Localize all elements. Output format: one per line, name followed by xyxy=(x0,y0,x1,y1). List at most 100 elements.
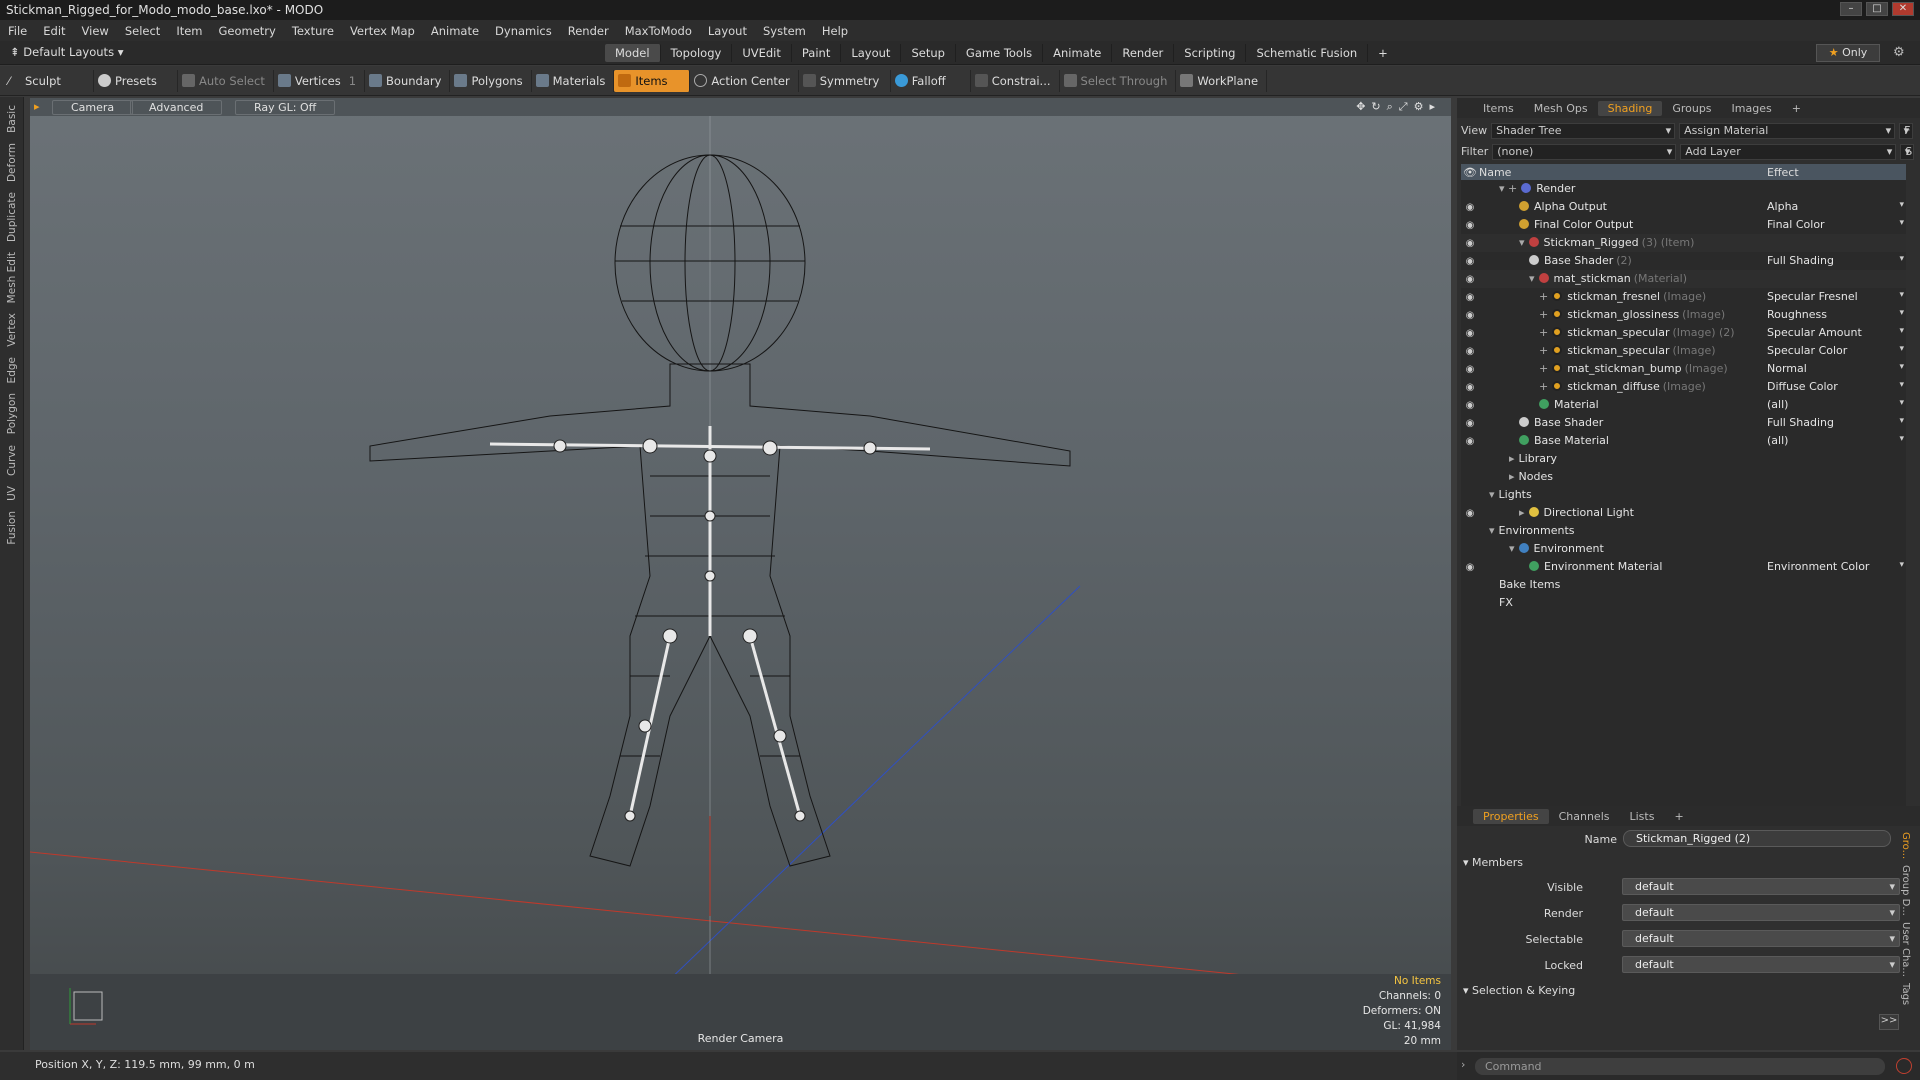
visibility-eye-icon[interactable]: ◉ xyxy=(1461,364,1479,375)
tree-item-effect[interactable]: Diffuse Color xyxy=(1767,380,1838,393)
tab-mesh-ops[interactable]: Mesh Ops xyxy=(1524,101,1598,116)
tree-item-effect[interactable]: Full Shading xyxy=(1767,254,1834,267)
tree-item-effect[interactable]: (all) xyxy=(1767,398,1788,411)
add-tab-button[interactable]: + xyxy=(1368,44,1398,62)
tree-row[interactable]: ◉ + mat_stickman_bump (Image) Normal ▾ xyxy=(1461,360,1906,378)
tab-groups[interactable]: Groups xyxy=(1662,101,1721,116)
effect-dropdown-icon[interactable]: ▾ xyxy=(1899,308,1904,318)
tree-item-effect[interactable]: Environment Color xyxy=(1767,560,1869,573)
tab-properties[interactable]: Properties xyxy=(1473,808,1549,824)
left-tab-uv[interactable]: UV xyxy=(6,484,18,503)
effect-dropdown-icon[interactable]: ▾ xyxy=(1899,398,1904,408)
tab-game-tools[interactable]: Game Tools xyxy=(956,44,1044,62)
expand-more-button[interactable]: >> xyxy=(1879,1014,1899,1030)
tree-item-effect[interactable]: Specular Fresnel xyxy=(1767,290,1858,303)
effect-dropdown-icon[interactable]: ▾ xyxy=(1899,218,1904,228)
left-tab-mesh-edit[interactable]: Mesh Edit xyxy=(6,250,18,305)
tree-row[interactable]: ◉ Base Shader Full Shading ▾ xyxy=(1461,414,1906,432)
tree-row[interactable]: Bake Items xyxy=(1461,576,1906,594)
layouts-dropdown[interactable]: ⇞ Default Layouts ▾ xyxy=(10,45,124,59)
visibility-eye-icon[interactable]: ◉ xyxy=(1461,220,1479,231)
side-tab-user-channels[interactable]: User Cha... xyxy=(1900,922,1911,977)
effect-column-header[interactable]: Effect xyxy=(1767,166,1799,179)
menu-help[interactable]: Help xyxy=(814,24,856,38)
render-dropdown[interactable]: default xyxy=(1622,904,1900,921)
menu-geometry[interactable]: Geometry xyxy=(211,24,284,38)
polygons-button[interactable]: Polygons xyxy=(450,69,532,92)
expand-toggle-icon[interactable]: ▾ xyxy=(1509,542,1515,555)
tree-item-effect[interactable]: Full Shading xyxy=(1767,416,1834,429)
tree-item-effect[interactable]: Specular Amount xyxy=(1767,326,1862,339)
menu-vertex-map[interactable]: Vertex Map xyxy=(342,24,423,38)
only-button[interactable]: ★ Only xyxy=(1816,44,1880,62)
effect-dropdown-icon[interactable]: ▾ xyxy=(1899,200,1904,210)
visibility-eye-icon[interactable]: ◉ xyxy=(1461,292,1479,303)
visibility-eye-icon[interactable]: ◉ xyxy=(1461,346,1479,357)
effect-dropdown-icon[interactable]: ▾ xyxy=(1899,434,1904,444)
tab-schematic-fusion[interactable]: Schematic Fusion xyxy=(1246,44,1369,62)
visibility-eye-icon[interactable]: ◉ xyxy=(1461,202,1479,213)
visibility-eye-icon[interactable]: ◉ xyxy=(1461,256,1479,267)
expand-toggle-icon[interactable]: ▸ xyxy=(1519,506,1525,519)
expand-toggle-icon[interactable]: + xyxy=(1539,380,1548,393)
3d-viewport[interactable]: ▸ Camera Advanced Ray GL: Off ✥↻⌕⤢⚙▸ No … xyxy=(30,98,1451,1050)
tree-row[interactable]: ◉ + stickman_fresnel (Image) Specular Fresne… xyxy=(1461,288,1906,306)
assign-f-button[interactable]: F xyxy=(1899,122,1914,139)
minimize-icon[interactable]: – xyxy=(1840,2,1862,16)
tab-items[interactable]: Items xyxy=(1473,101,1524,116)
name-field[interactable]: Stickman_Rigged (2) xyxy=(1623,830,1891,847)
tree-row[interactable]: ▸ Nodes xyxy=(1461,468,1906,486)
visibility-eye-icon[interactable]: ◉ xyxy=(1461,238,1479,249)
menu-item[interactable]: Item xyxy=(168,24,210,38)
tree-row[interactable]: ◉ ▾ Stickman_Rigged (3) (Item) xyxy=(1461,234,1906,252)
tree-item-effect[interactable]: Specular Color xyxy=(1767,344,1847,357)
tree-item-effect[interactable]: Normal xyxy=(1767,362,1807,375)
expand-toggle-icon[interactable]: ▾ xyxy=(1519,236,1525,249)
tab-channels[interactable]: Channels xyxy=(1549,809,1620,824)
selectable-dropdown[interactable]: default xyxy=(1622,930,1900,947)
tab-render[interactable]: Render xyxy=(1112,44,1175,62)
vertices-button[interactable]: Vertices 1 xyxy=(274,69,366,92)
menu-file[interactable]: File xyxy=(0,24,35,38)
effect-dropdown-icon[interactable]: ▾ xyxy=(1899,560,1904,570)
tree-row[interactable]: ◉ ▾ mat_stickman (Material) xyxy=(1461,270,1906,288)
menu-maxtomodo[interactable]: MaxToModo xyxy=(617,24,700,38)
expand-toggle-icon[interactable]: + xyxy=(1539,326,1548,339)
tree-item-effect[interactable]: (all) xyxy=(1767,434,1788,447)
presets-button[interactable]: Presets xyxy=(94,69,178,92)
tab-shading[interactable]: Shading xyxy=(1597,100,1663,116)
viewport-menu-icon[interactable]: ▸ xyxy=(34,100,40,113)
workplane-button[interactable]: WorkPlane xyxy=(1176,69,1268,92)
menu-edit[interactable]: Edit xyxy=(35,24,73,38)
raygl-button[interactable]: Ray GL: Off xyxy=(235,100,336,115)
command-input[interactable]: Command xyxy=(1475,1058,1885,1075)
tree-row[interactable]: ◉ ▸ Directional Light xyxy=(1461,504,1906,522)
visibility-eye-icon[interactable]: ◉ xyxy=(1461,328,1479,339)
left-tab-basic[interactable]: Basic xyxy=(6,103,18,135)
expand-toggle-icon[interactable]: ▸ xyxy=(1509,470,1515,483)
tree-row[interactable]: ◉ Final Color Output Final Color ▾ xyxy=(1461,216,1906,234)
tab-topology[interactable]: Topology xyxy=(661,44,733,62)
side-tab-group-display[interactable]: Group D... xyxy=(1900,865,1911,916)
tab-images[interactable]: Images xyxy=(1722,101,1782,116)
expand-toggle-icon[interactable]: ▾ xyxy=(1529,272,1535,285)
auto-select-button[interactable]: Auto Select xyxy=(178,69,274,92)
left-tab-duplicate[interactable]: Duplicate xyxy=(6,190,18,244)
viewport-nav-icons[interactable]: ✥↻⌕⤢⚙▸ xyxy=(1356,100,1441,114)
menu-animate[interactable]: Animate xyxy=(423,24,487,38)
record-icon[interactable] xyxy=(1896,1058,1912,1074)
tab-uvedit[interactable]: UVEdit xyxy=(732,44,792,62)
tree-row[interactable]: ◉ + stickman_glossiness (Image) Roughness ▾ xyxy=(1461,306,1906,324)
add-layer-dropdown[interactable]: Add Layer xyxy=(1680,143,1897,160)
menu-layout[interactable]: Layout xyxy=(700,24,755,38)
tab-model[interactable]: Model xyxy=(605,44,661,62)
expand-toggle-icon[interactable]: + xyxy=(1539,308,1548,321)
items-button[interactable]: Items xyxy=(614,69,691,92)
tree-row[interactable]: ◉ + stickman_specular (Image) (2) Specular A… xyxy=(1461,324,1906,342)
tree-row[interactable]: ◉ Material (all) ▾ xyxy=(1461,396,1906,414)
effect-dropdown-icon[interactable]: ▾ xyxy=(1899,344,1904,354)
view-dropdown[interactable]: Shader Tree xyxy=(1491,122,1676,139)
visibility-eye-icon[interactable]: ◉ xyxy=(1461,400,1479,411)
tree-row[interactable]: ▾ Environments xyxy=(1461,522,1906,540)
menu-system[interactable]: System xyxy=(755,24,814,38)
